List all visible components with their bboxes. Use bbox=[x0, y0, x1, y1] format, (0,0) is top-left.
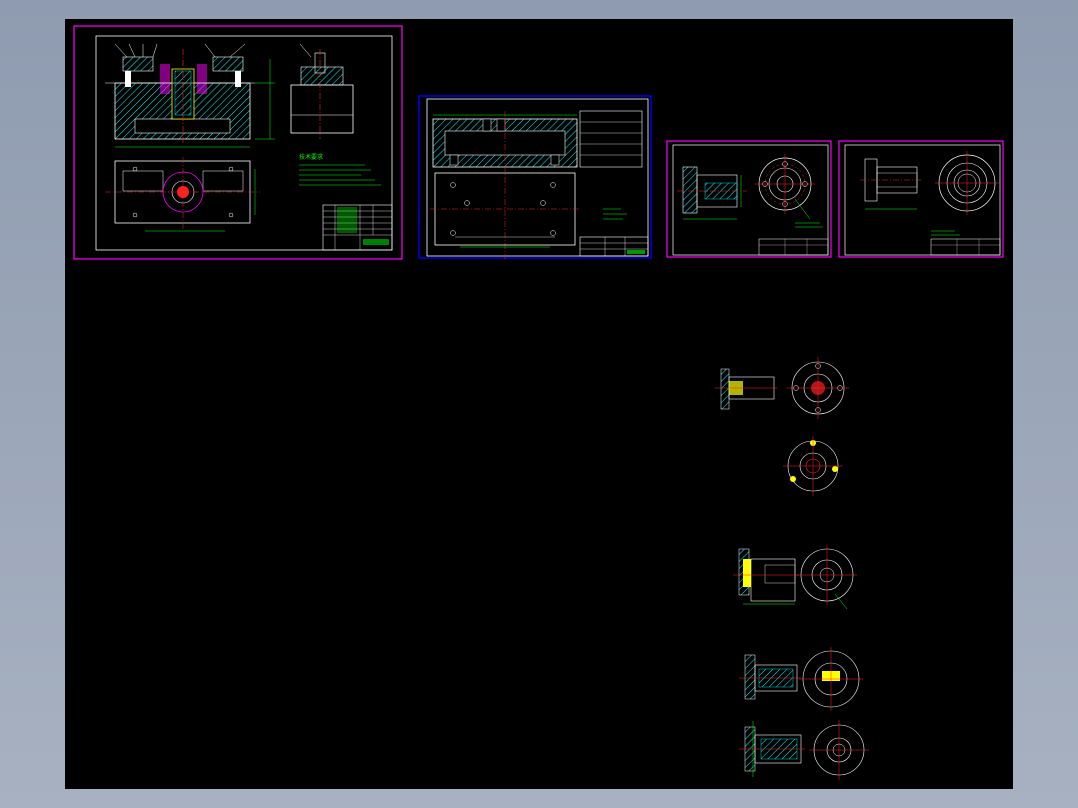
flange-2-section-view bbox=[860, 158, 923, 210]
technical-requirements-notes: 技术要求 bbox=[299, 153, 381, 186]
base-part-title-block bbox=[579, 236, 649, 257]
process-step-4[interactable] bbox=[739, 647, 863, 711]
flange-2-notes bbox=[931, 230, 960, 236]
assembly-plan-view bbox=[105, 157, 260, 232]
flange-part-drawing-1-sheet[interactable] bbox=[666, 140, 832, 258]
cad-model-space[interactable]: 技术要求 bbox=[65, 19, 1013, 789]
process-step-3[interactable] bbox=[733, 545, 857, 610]
sheet-frame bbox=[838, 140, 1004, 258]
base-part-notes bbox=[603, 208, 627, 220]
flange-1-end-view bbox=[755, 154, 815, 220]
drawing-border bbox=[844, 144, 1001, 256]
flange-1-notes bbox=[795, 222, 823, 228]
flange-1-title-block bbox=[758, 238, 829, 256]
assembly-side-view bbox=[290, 43, 354, 139]
flange-1-section-view bbox=[677, 166, 747, 220]
flange-2-end-view bbox=[935, 151, 999, 215]
flange-2-title-block bbox=[930, 238, 1001, 256]
assembly-drawing-sheet[interactable]: 技术要求 bbox=[73, 25, 403, 260]
notes-title: 技术要求 bbox=[299, 153, 323, 161]
process-step-2[interactable] bbox=[783, 436, 843, 496]
base-part-drawing-sheet[interactable] bbox=[418, 95, 652, 259]
assembly-front-section bbox=[105, 43, 275, 148]
assembly-title-block bbox=[322, 204, 393, 251]
process-step-5[interactable] bbox=[739, 720, 869, 780]
process-step-1[interactable] bbox=[715, 357, 849, 419]
base-part-parts-table bbox=[579, 110, 643, 168]
flange-part-drawing-2-sheet[interactable] bbox=[838, 140, 1004, 258]
